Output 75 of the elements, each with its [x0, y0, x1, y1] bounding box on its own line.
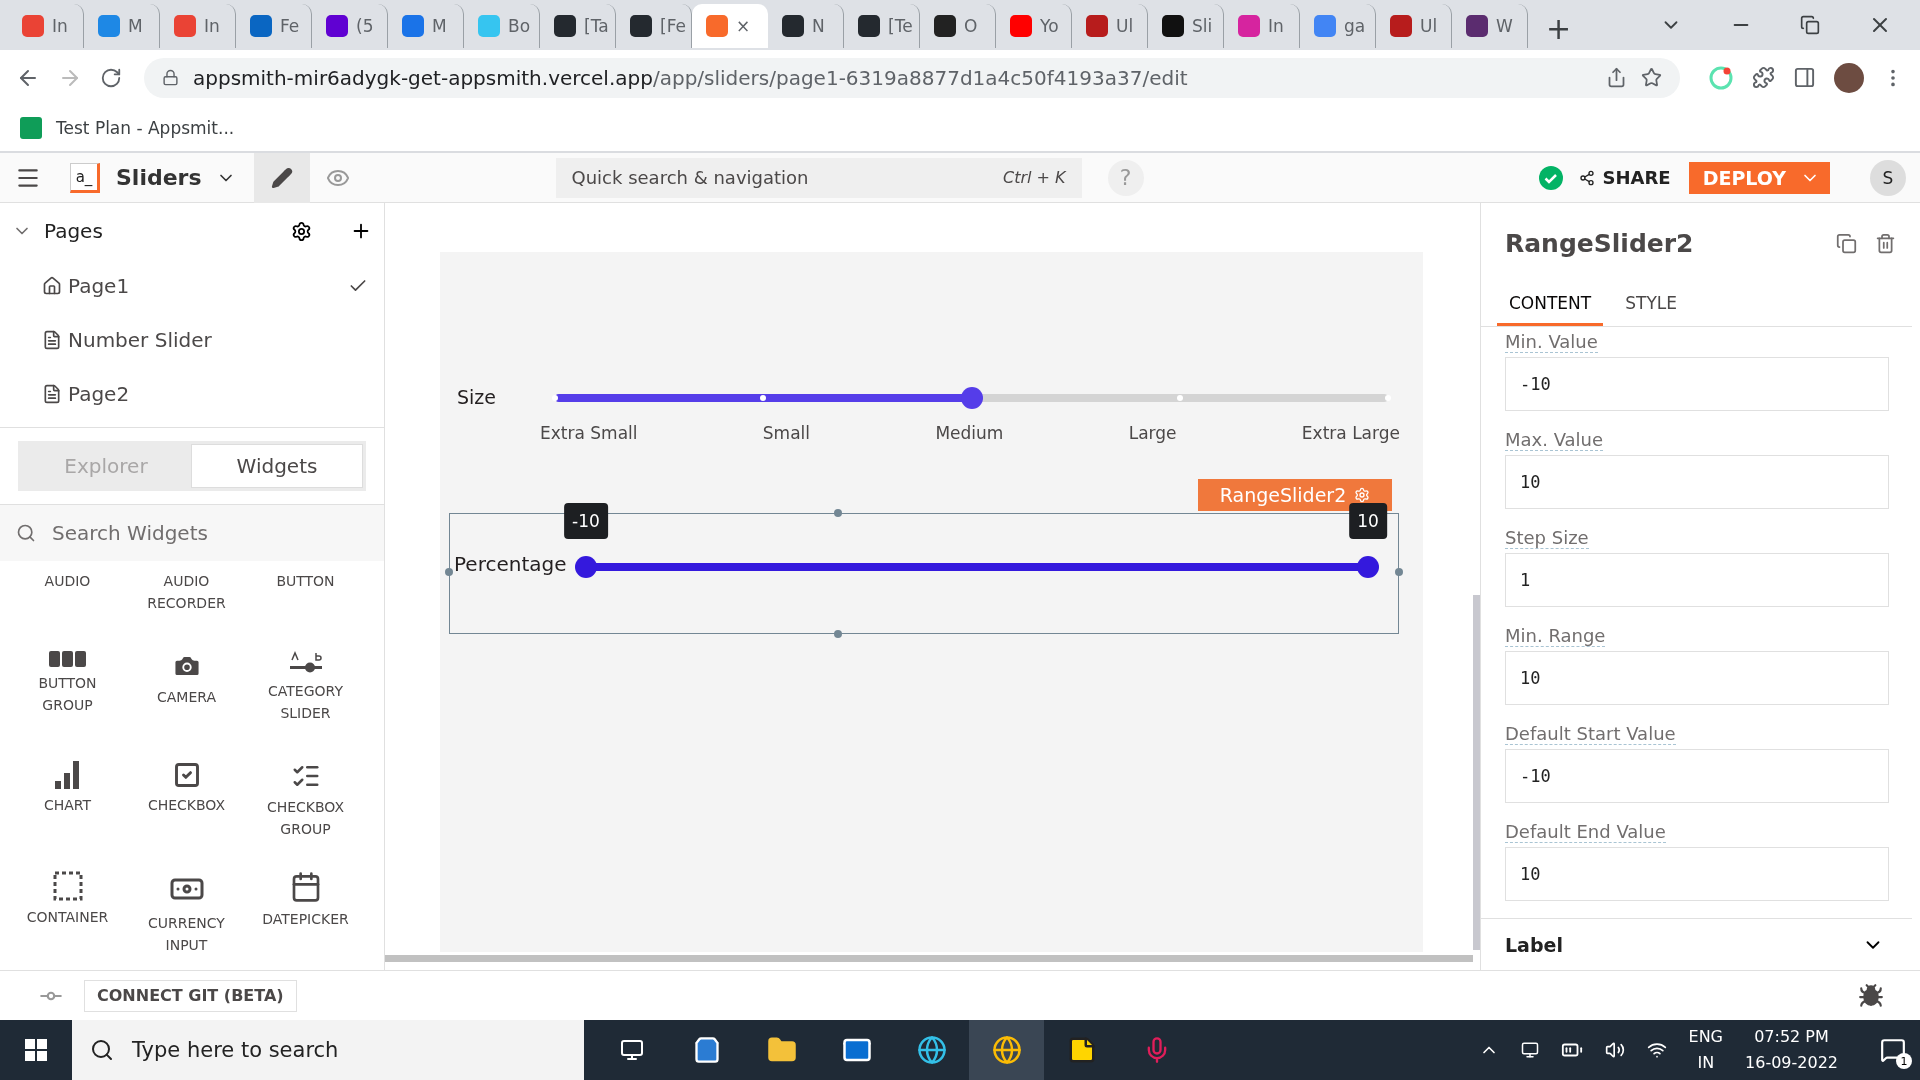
value-tooltip: -10	[564, 503, 608, 539]
browser-tab[interactable]: Bo	[464, 4, 540, 48]
input-field[interactable]: 10	[1505, 847, 1889, 901]
browser-tab[interactable]: O	[920, 4, 996, 48]
clock-time[interactable]: 07:52 PM	[1754, 1024, 1829, 1050]
browser-tab[interactable]: W	[1452, 4, 1528, 48]
notification-count: 1	[1896, 1053, 1912, 1069]
widget-card[interactable]: CURRENCY INPUT	[127, 865, 246, 957]
widget-card[interactable]: BUTTON GROUP	[8, 645, 127, 717]
browser-tab[interactable]: [Fe	[616, 4, 692, 48]
field-label: Max. Value	[1505, 429, 1604, 451]
browser-tab[interactable]: (5	[312, 4, 388, 48]
widget-card[interactable]: BUTTON	[246, 565, 365, 593]
input-field[interactable]: 10	[1505, 455, 1889, 509]
input-field[interactable]: -10	[1505, 749, 1889, 803]
connect-git-button[interactable]: CONNECT GIT (BETA)	[84, 979, 297, 1012]
share-button[interactable]: SHARE	[1578, 167, 1671, 188]
browser-tab[interactable]: In	[160, 4, 236, 48]
field-label: Min. Value	[1505, 331, 1598, 353]
slider-label: Percentage	[453, 552, 568, 576]
browser-tab[interactable]: Ul	[1376, 4, 1452, 48]
app-name-dropdown[interactable]: Sliders	[116, 165, 236, 190]
browser-tab[interactable]: [Ta	[540, 4, 616, 48]
browser-tab[interactable]: ×	[692, 4, 768, 48]
slider-option: Extra Large	[1301, 423, 1400, 443]
browser-tab[interactable]: Sli	[1148, 4, 1224, 48]
widget-card[interactable]: AUDIO	[8, 565, 127, 593]
widget-card[interactable]: AUDIO RECORDER	[127, 565, 246, 615]
widget-card[interactable]: CHECKBOX GROUP	[246, 755, 365, 841]
address-bar[interactable]: appsmith-mir6adygk-get-appsmith.vercel.app/app/sliders/page1-6319a8877d1a4c50f4193a37/edit	[144, 57, 1680, 98]
widget-card[interactable]: CAMERA	[127, 645, 246, 709]
input-field[interactable]: 1	[1505, 553, 1889, 607]
browser-tab[interactable]: M	[84, 4, 160, 48]
widget-card[interactable]: CONTAINER	[8, 865, 127, 929]
widget-title: RangeSlider2	[1505, 228, 1695, 258]
value-tooltip: 10	[1349, 503, 1387, 539]
browser-tab[interactable]: In	[8, 4, 84, 48]
field-label: Min. Range	[1505, 625, 1606, 647]
field-label: Default End Value	[1505, 821, 1666, 843]
search-field[interactable]: Type here to search	[72, 1020, 584, 1080]
widget-card[interactable]: DATEPICKER	[246, 865, 365, 931]
input-field[interactable]: 10	[1505, 651, 1889, 705]
browser-tab[interactable]: Ul	[1072, 4, 1148, 48]
input-field[interactable]: -10	[1505, 357, 1889, 411]
property-tab[interactable]: CONTENT	[1497, 283, 1604, 326]
user-avatar[interactable]: S	[1870, 159, 1906, 196]
widget-card[interactable]: CHECKBOX	[127, 755, 246, 817]
browser-tab[interactable]: Yo	[996, 4, 1072, 48]
browser-tab[interactable]: Fe	[236, 4, 312, 48]
property-tab[interactable]: STYLE	[1613, 283, 1689, 326]
browser-tab[interactable]: N	[768, 4, 844, 48]
slider-option: Extra Small	[540, 423, 638, 443]
browser-tab[interactable]: ga	[1300, 4, 1376, 48]
bookmark[interactable]: Test Plan - Appsmit...	[20, 117, 235, 139]
search-field[interactable]: Search Widgets	[0, 505, 384, 561]
new-tab-button[interactable]: +	[1546, 14, 1572, 44]
section-header[interactable]: Label	[1481, 918, 1912, 970]
slider-option: Large	[1128, 423, 1177, 443]
field-label: Default Start Value	[1505, 723, 1676, 745]
slider-label: Size	[457, 385, 497, 408]
section-title: Pages	[44, 219, 104, 243]
sidebar-tab[interactable]: Widgets	[191, 444, 363, 488]
clock-date[interactable]: 16-09-2022	[1745, 1050, 1838, 1076]
slider-option: Small	[762, 423, 811, 443]
search-field[interactable]: Quick search & navigation Ctrl + K	[555, 157, 1082, 198]
browser-tab[interactable]: In	[1224, 4, 1300, 48]
field-label: Step Size	[1505, 527, 1589, 549]
browser-tab[interactable]: M	[388, 4, 464, 48]
widget-card[interactable]: CHART	[8, 755, 127, 817]
language[interactable]: ENG	[1688, 1024, 1723, 1050]
app-logo: a_	[70, 162, 100, 193]
browser-tab[interactable]: [Te	[844, 4, 920, 48]
region[interactable]: IN	[1697, 1050, 1715, 1076]
slider-option: Medium	[935, 423, 1004, 443]
widget-card[interactable]: CATEGORY SLIDER	[246, 645, 365, 725]
